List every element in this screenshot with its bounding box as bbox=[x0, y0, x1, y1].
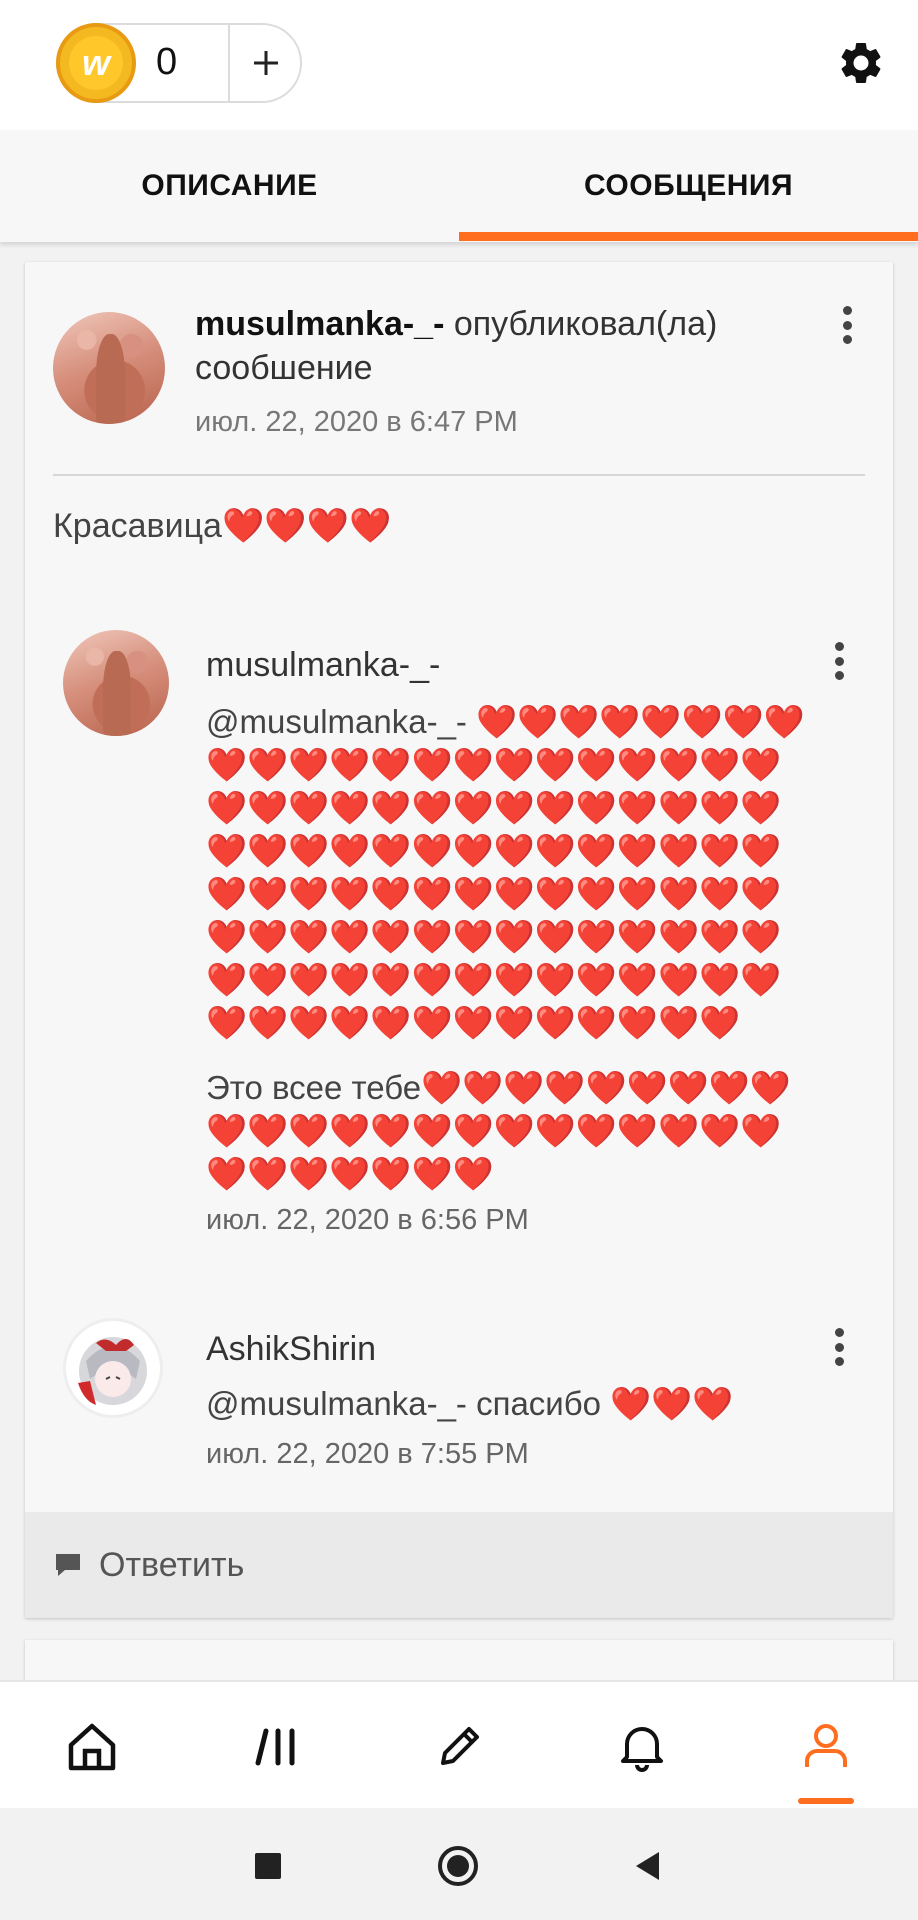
tab-bar: ОПИСАНИЕ СООБЩЕНИЯ bbox=[0, 130, 918, 242]
top-bar: w 0 bbox=[0, 0, 918, 130]
post-timestamp: июл. 22, 2020 в 6:47 PM bbox=[195, 406, 518, 438]
reply-timestamp: июл. 22, 2020 в 6:56 PM bbox=[206, 1204, 529, 1236]
back-triangle-icon bbox=[636, 1852, 659, 1880]
reply-text: @musulmanka-_- спасибо ❤️❤️❤️ bbox=[206, 1385, 734, 1422]
comment-icon bbox=[56, 1554, 80, 1576]
reply-more-button[interactable] bbox=[824, 1322, 854, 1372]
reply-avatar[interactable] bbox=[63, 1318, 163, 1418]
active-nav-indicator bbox=[798, 1798, 854, 1804]
reply-text-second: Это всее тебе❤️❤️❤️❤️❤️❤️❤️❤️❤️ ❤️❤️❤️❤️… bbox=[206, 1069, 791, 1192]
nav-library[interactable] bbox=[247, 1714, 311, 1778]
post-header: musulmanka-_- опубликовал(ла) сообшение bbox=[195, 302, 815, 390]
library-icon bbox=[255, 1728, 295, 1766]
gear-icon bbox=[841, 42, 881, 83]
author-avatar[interactable] bbox=[53, 312, 165, 424]
reply-button[interactable]: Ответить bbox=[53, 1542, 244, 1588]
tab-description[interactable]: ОПИСАНИЕ bbox=[0, 130, 459, 242]
bell-icon bbox=[621, 1727, 663, 1772]
recents-button[interactable] bbox=[246, 1844, 290, 1888]
back-button[interactable] bbox=[626, 1844, 670, 1888]
settings-button[interactable] bbox=[836, 38, 886, 88]
pencil-icon bbox=[441, 1727, 479, 1765]
system-navigation-bar bbox=[0, 1808, 918, 1920]
reply-text: @musulmanka-_- ❤️❤️❤️❤️❤️❤️❤️❤️ ❤️❤️❤️❤️… bbox=[206, 703, 805, 1041]
nav-write[interactable] bbox=[428, 1714, 492, 1778]
anime-avatar-image bbox=[78, 1337, 147, 1405]
message-card: musulmanka-_- опубликовал(ла) сообшение … bbox=[25, 262, 893, 1618]
reply-timestamp: июл. 22, 2020 в 7:55 PM bbox=[206, 1438, 529, 1470]
post-more-button[interactable] bbox=[832, 300, 862, 350]
post-body: Красавица❤️❤️❤️❤️ bbox=[53, 507, 392, 545]
square-icon bbox=[255, 1853, 281, 1879]
circle-icon bbox=[438, 1846, 478, 1886]
add-coins-button[interactable] bbox=[232, 25, 300, 101]
reply-author[interactable]: musulmanka-_- bbox=[206, 646, 440, 685]
reply-button-label: Ответить bbox=[99, 1545, 245, 1584]
coin-icon: w bbox=[56, 23, 136, 103]
reply-avatar[interactable] bbox=[63, 630, 169, 736]
nav-home[interactable] bbox=[60, 1714, 124, 1778]
post-author[interactable]: musulmanka-_- bbox=[195, 305, 444, 343]
active-tab-indicator bbox=[459, 232, 918, 241]
reply-author[interactable]: AshikShirin bbox=[206, 1330, 376, 1369]
coin-divider bbox=[228, 25, 230, 101]
reply-more-button[interactable] bbox=[824, 636, 854, 686]
plus-icon bbox=[254, 51, 278, 75]
bottom-navigation bbox=[0, 1680, 918, 1810]
nav-notifications[interactable] bbox=[610, 1714, 674, 1778]
nav-profile[interactable] bbox=[794, 1714, 858, 1778]
home-icon bbox=[68, 1723, 116, 1771]
profile-icon bbox=[805, 1724, 847, 1767]
home-system-button[interactable] bbox=[436, 1844, 480, 1888]
coin-count: 0 bbox=[156, 41, 178, 83]
tab-messages[interactable]: СООБЩЕНИЯ bbox=[459, 130, 918, 242]
coin-balance-pill[interactable]: w 0 bbox=[56, 23, 302, 103]
reply-bar: Ответить bbox=[25, 1512, 893, 1618]
post-divider bbox=[53, 474, 865, 476]
